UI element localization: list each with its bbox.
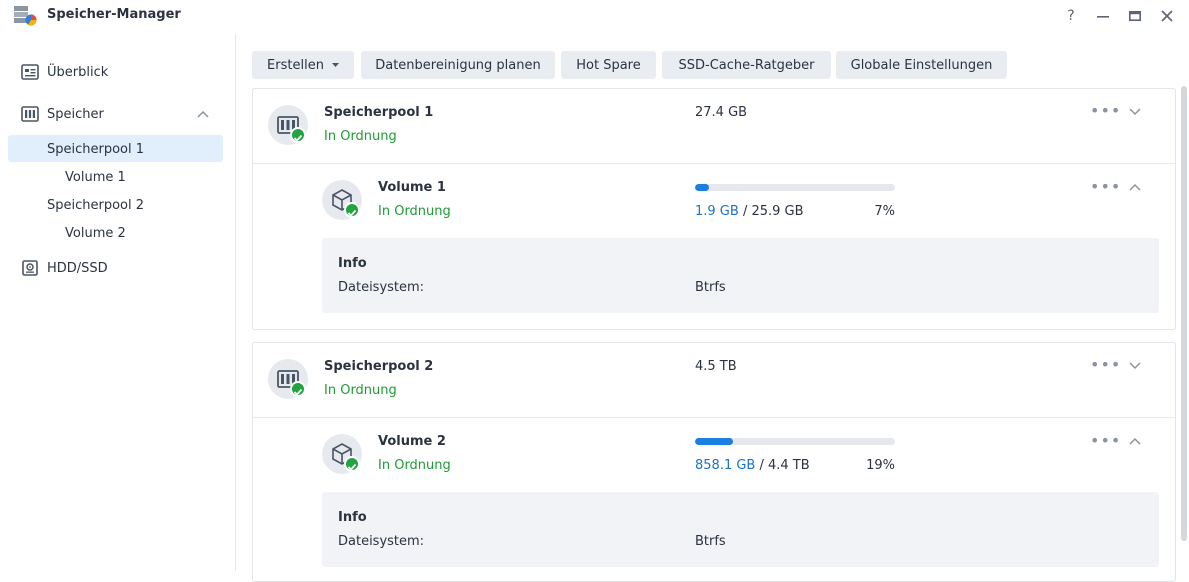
check-icon <box>344 202 360 218</box>
usage-percent: 19% <box>866 458 895 473</box>
usage-text: 858.1 GB / 4.4 TB <box>695 458 810 473</box>
scrub-schedule-button[interactable]: Datenbereinigung planen <box>361 51 555 79</box>
total-size: 4.4 TB <box>768 458 810 473</box>
filesystem-value: Btrfs <box>695 280 726 295</box>
pool-status: In Ordnung <box>324 383 397 398</box>
sidebar-item-volume1[interactable]: Volume 1 <box>65 164 126 190</box>
filesystem-value: Btrfs <box>695 534 726 549</box>
chevron-up-icon[interactable] <box>1129 183 1141 191</box>
create-button[interactable]: Erstellen <box>252 51 354 79</box>
check-icon <box>290 127 306 143</box>
hdd-icon <box>22 260 38 276</box>
info-box: Info Dateisystem: Btrfs <box>322 238 1159 313</box>
usage-bar-fill <box>695 184 709 191</box>
usage-bar-fill <box>695 438 733 445</box>
sidebar: Überblick Speicher Speicherpool 1 Volume… <box>0 34 236 571</box>
more-icon[interactable]: ••• <box>1090 177 1121 196</box>
minimize-button[interactable] <box>1093 6 1113 26</box>
close-icon <box>1161 10 1173 22</box>
divider <box>253 417 1175 418</box>
used-size: 1.9 GB <box>695 204 739 219</box>
sidebar-item-label: Überblick <box>47 64 109 80</box>
pool-card: Speicherpool 2 In Ordnung 4.5 TB ••• Vol… <box>252 342 1176 582</box>
more-icon[interactable]: ••• <box>1090 101 1121 120</box>
sidebar-item-overview[interactable]: Überblick <box>0 58 236 86</box>
caret-down-icon <box>331 63 339 67</box>
divider <box>253 163 1175 164</box>
maximize-icon <box>1129 10 1141 21</box>
help-button[interactable]: ? <box>1061 6 1081 26</box>
chevron-down-icon[interactable] <box>1129 108 1141 116</box>
sidebar-item-pool1[interactable]: Speicherpool 1 <box>47 136 144 162</box>
total-size: 25.9 GB <box>751 204 804 219</box>
overview-icon <box>21 64 39 80</box>
pool-name: Speicherpool 2 <box>324 359 434 374</box>
volume-name: Volume 1 <box>378 180 446 195</box>
minimize-icon <box>1097 16 1109 18</box>
global-settings-button[interactable]: Globale Einstellungen <box>836 51 1007 79</box>
create-button-label: Erstellen <box>267 57 324 73</box>
title-bar: Speicher-Manager ? <box>0 0 1189 34</box>
maximize-button[interactable] <box>1125 6 1145 26</box>
pool-status: In Ordnung <box>324 129 397 144</box>
usage-text: 1.9 GB / 25.9 GB <box>695 204 804 219</box>
volume-name: Volume 2 <box>378 434 446 449</box>
usage-sep: / <box>755 458 768 473</box>
more-icon[interactable]: ••• <box>1090 431 1121 450</box>
sidebar-item-pool2[interactable]: Speicherpool 2 <box>47 192 144 218</box>
sidebar-item-storage[interactable]: Speicher <box>0 100 236 128</box>
sidebar-item-hdd[interactable]: HDD/SSD <box>0 254 236 282</box>
window-title: Speicher-Manager <box>47 7 181 22</box>
chevron-up-icon[interactable] <box>1129 437 1141 445</box>
pool-icon <box>268 359 308 399</box>
hot-spare-button[interactable]: Hot Spare <box>561 51 656 79</box>
usage-bar <box>695 184 895 191</box>
info-title: Info <box>338 256 367 271</box>
usage-percent: 7% <box>874 204 895 219</box>
check-icon <box>290 381 306 397</box>
ssd-cache-advisor-button[interactable]: SSD-Cache-Ratgeber <box>662 51 831 79</box>
volume-status: In Ordnung <box>378 204 451 219</box>
sidebar-item-label: HDD/SSD <box>47 260 108 276</box>
storage-icon <box>21 106 39 122</box>
check-icon <box>344 456 360 472</box>
scrollbar[interactable] <box>1181 86 1187 541</box>
filesystem-key: Dateisystem: <box>338 280 425 295</box>
used-size: 858.1 GB <box>695 458 756 473</box>
volume-status: In Ordnung <box>378 458 451 473</box>
volume-icon <box>322 434 362 474</box>
sidebar-item-label: Speicher <box>47 106 104 122</box>
filesystem-key: Dateisystem: <box>338 534 425 549</box>
pool-size: 4.5 TB <box>695 359 737 374</box>
info-box: Info Dateisystem: Btrfs <box>322 492 1159 567</box>
info-title: Info <box>338 510 367 525</box>
sidebar-item-volume2[interactable]: Volume 2 <box>65 220 126 246</box>
close-button[interactable] <box>1157 6 1177 26</box>
storage-manager-icon <box>14 6 37 26</box>
pool-size: 27.4 GB <box>695 105 748 120</box>
usage-sep: / <box>738 204 752 219</box>
usage-bar <box>695 438 895 445</box>
pool-card: Speicherpool 1 In Ordnung 27.4 GB ••• Vo… <box>252 88 1176 330</box>
chevron-up-icon[interactable] <box>197 110 209 118</box>
volume-icon <box>322 180 362 220</box>
pool-name: Speicherpool 1 <box>324 105 434 120</box>
chevron-down-icon[interactable] <box>1129 362 1141 370</box>
more-icon[interactable]: ••• <box>1090 355 1121 374</box>
pool-icon <box>268 105 308 145</box>
